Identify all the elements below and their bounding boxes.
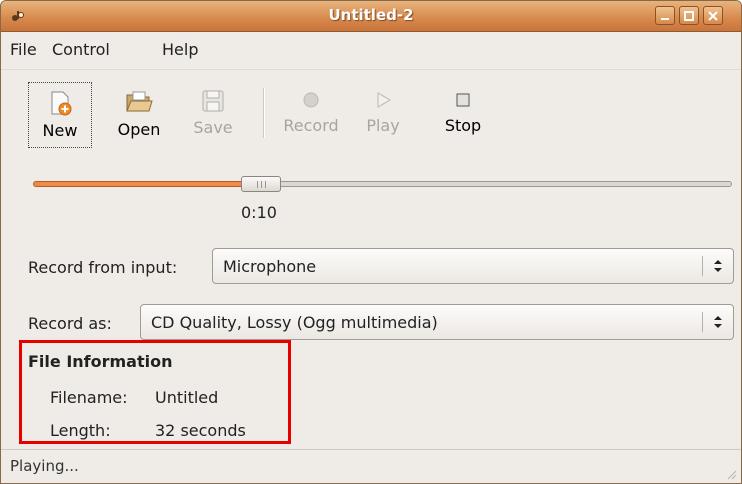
stop-label: Stop xyxy=(444,116,482,135)
playback-progress-track[interactable] xyxy=(277,181,732,187)
new-button[interactable]: New xyxy=(28,82,92,148)
sound-recorder-window: Untitled-2 File Control Help New Open Sa… xyxy=(0,0,742,484)
close-button[interactable] xyxy=(703,6,723,25)
minimize-button[interactable] xyxy=(655,6,675,25)
maximize-button[interactable] xyxy=(679,6,699,25)
play-label: Play xyxy=(366,116,400,135)
record-as-label: Record as: xyxy=(28,314,112,333)
record-from-label: Record from input: xyxy=(28,258,178,277)
play-button[interactable]: Play xyxy=(357,82,409,148)
menu-control[interactable]: Control xyxy=(52,40,110,59)
play-icon xyxy=(377,92,391,108)
record-from-value: Microphone xyxy=(223,257,317,276)
new-document-icon xyxy=(51,91,72,116)
save-label: Save xyxy=(193,118,233,137)
record-as-value: CD Quality, Lossy (Ogg multimedia) xyxy=(151,313,438,332)
minimize-icon xyxy=(661,18,669,20)
maximize-icon xyxy=(684,11,694,21)
save-disk-icon xyxy=(202,90,224,112)
stop-icon xyxy=(456,93,470,107)
resize-grip-icon[interactable] xyxy=(725,468,737,480)
open-button[interactable]: Open xyxy=(107,82,171,148)
save-button[interactable]: Save xyxy=(181,82,245,148)
combo-arrows-icon xyxy=(714,260,722,272)
record-label: Record xyxy=(283,116,339,135)
record-button[interactable]: Record xyxy=(275,82,347,148)
new-label: New xyxy=(42,121,78,140)
statusbar: Playing... xyxy=(1,449,741,483)
playback-time: 0:10 xyxy=(241,203,277,222)
toolbar: New Open Save Record Play Stop xyxy=(1,69,741,160)
status-text: Playing... xyxy=(10,457,79,475)
menu-help[interactable]: Help xyxy=(162,40,198,59)
window-title: Untitled-2 xyxy=(328,6,414,24)
folder-open-icon xyxy=(126,91,153,112)
record-as-combo[interactable]: CD Quality, Lossy (Ogg multimedia) xyxy=(140,304,734,340)
titlebar[interactable]: Untitled-2 xyxy=(1,1,741,32)
menu-file[interactable]: File xyxy=(10,40,37,59)
playback-slider-thumb[interactable] xyxy=(241,176,281,192)
toolbar-separator xyxy=(263,88,265,138)
stop-button[interactable]: Stop xyxy=(433,82,493,148)
close-icon xyxy=(708,11,718,21)
menubar: File Control Help xyxy=(1,32,741,68)
record-from-combo[interactable]: Microphone xyxy=(212,248,734,284)
file-information-highlight xyxy=(19,340,291,444)
combo-arrows-icon xyxy=(714,316,722,328)
record-icon xyxy=(303,92,319,108)
open-label: Open xyxy=(117,120,161,139)
playback-progress-filled[interactable] xyxy=(33,181,247,187)
